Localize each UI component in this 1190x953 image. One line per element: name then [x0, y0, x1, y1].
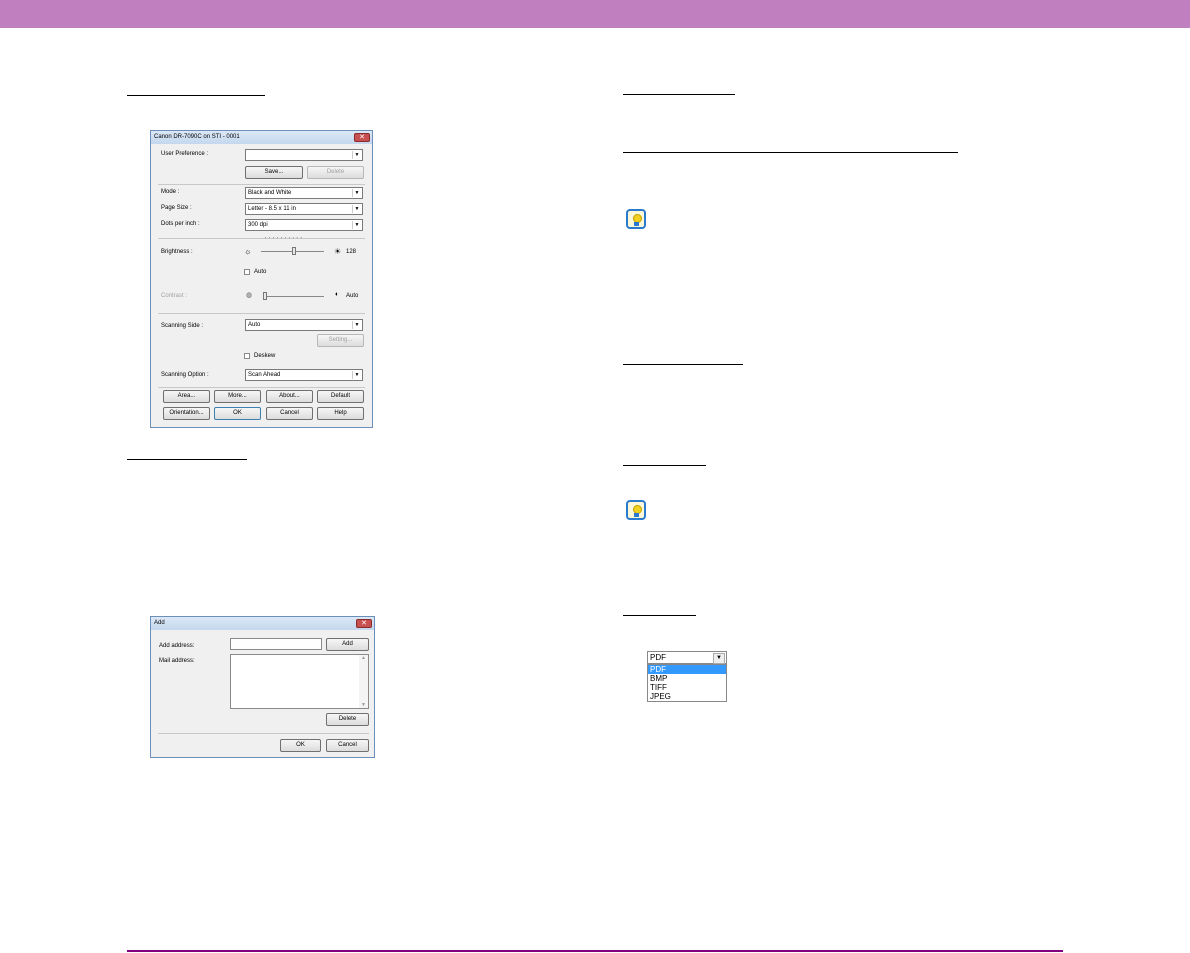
- close-button[interactable]: ✕: [356, 619, 372, 628]
- page-header-bar: [0, 0, 1190, 28]
- dpi-select[interactable]: 300 dpi ▼: [245, 219, 363, 231]
- sun-dim-icon: ☼: [244, 247, 252, 256]
- cancel-button[interactable]: Cancel: [266, 407, 313, 420]
- divider: [158, 387, 365, 388]
- mail-address-label: Mail address:: [159, 658, 195, 664]
- hint-lightbulb-icon: [626, 500, 646, 520]
- chevron-down-icon: ▼: [352, 221, 361, 229]
- add-button[interactable]: Add: [326, 638, 369, 651]
- heading-underline: [127, 95, 265, 96]
- deskew-label: Deskew: [254, 353, 276, 359]
- user-preference-select[interactable]: ▼: [245, 149, 363, 161]
- file-type-select[interactable]: PDF ▼: [647, 651, 727, 664]
- file-type-dropdown[interactable]: PDF ▼ PDF BMP TIFF JPEG: [647, 651, 727, 702]
- select-value: Auto: [248, 322, 261, 328]
- chevron-down-icon: ▼: [352, 371, 361, 379]
- page-size-label: Page Size :: [161, 205, 192, 211]
- heading-underline: [127, 459, 247, 460]
- chevron-down-icon: ▼: [352, 151, 361, 159]
- delete-button[interactable]: Delete: [326, 713, 369, 726]
- option-bmp[interactable]: BMP: [648, 674, 726, 683]
- dialog-title: Add: [151, 617, 374, 630]
- contrast-slider[interactable]: [263, 296, 324, 297]
- default-button[interactable]: Default: [317, 390, 364, 403]
- scrollbar[interactable]: ▲ ▼: [359, 655, 368, 708]
- heading-underline: [623, 152, 958, 153]
- heading-underline: [623, 94, 735, 95]
- scanner-settings-dialog: Canon DR-7090C on STI - 0001 ✕ User Pref…: [150, 130, 373, 428]
- chevron-down-icon: ▼: [352, 205, 361, 213]
- divider: [158, 313, 365, 314]
- add-address-dialog: Add ✕ Add address: Add Mail address: ▲ ▼ …: [150, 616, 375, 758]
- brightness-value: 128: [346, 249, 357, 255]
- page-size-select[interactable]: Letter - 8.5 x 11 in ▼: [245, 203, 363, 215]
- add-address-label: Add address:: [159, 643, 195, 649]
- about-button[interactable]: About...: [266, 390, 313, 403]
- scanning-side-label: Scanning Side :: [161, 323, 204, 329]
- option-jpeg[interactable]: JPEG: [648, 692, 726, 701]
- orientation-button[interactable]: Orientation...: [163, 407, 210, 420]
- help-button[interactable]: Help: [317, 407, 364, 420]
- divider: [158, 238, 365, 239]
- contrast-value: Auto: [346, 293, 359, 299]
- brightness-auto-checkbox[interactable]: [244, 269, 250, 275]
- user-preference-label: User Preference :: [161, 151, 209, 157]
- select-value: Black and White: [248, 190, 292, 196]
- add-address-input[interactable]: [230, 638, 322, 650]
- scanning-side-select[interactable]: Auto ▼: [245, 319, 363, 331]
- setting-button[interactable]: Setting...: [317, 334, 364, 347]
- option-pdf[interactable]: PDF: [648, 665, 726, 674]
- chevron-down-icon: ▼: [352, 321, 361, 329]
- page-footer-line: [127, 950, 1063, 952]
- chevron-down-icon: ▼: [713, 653, 725, 664]
- heading-underline: [623, 615, 696, 616]
- mode-select[interactable]: Black and White ▼: [245, 187, 363, 199]
- brightness-auto-label: Auto: [254, 269, 267, 275]
- divider: [158, 184, 365, 185]
- cancel-button[interactable]: Cancel: [326, 739, 369, 752]
- contrast-high-icon: ◐: [335, 291, 340, 298]
- save-button[interactable]: Save...: [245, 166, 303, 179]
- heading-underline: [623, 465, 706, 466]
- brightness-label: Brightness :: [161, 249, 193, 255]
- contrast-label: Contrast :: [161, 293, 188, 299]
- contrast-low-icon: ◍: [246, 292, 253, 299]
- select-value: 300 dpi: [248, 222, 268, 228]
- dpi-label: Dots per inch :: [161, 221, 200, 227]
- area-button[interactable]: Area...: [163, 390, 210, 403]
- dialog-title: Canon DR-7090C on STI - 0001: [151, 131, 372, 144]
- file-type-options: PDF BMP TIFF JPEG: [647, 664, 727, 702]
- scanning-option-select[interactable]: Scan Ahead ▼: [245, 369, 363, 381]
- mode-label: Mode :: [161, 189, 180, 195]
- deskew-checkbox[interactable]: [244, 353, 250, 359]
- delete-button[interactable]: Delete: [307, 166, 364, 179]
- close-button[interactable]: ✕: [354, 133, 370, 142]
- heading-underline: [623, 364, 743, 365]
- option-tiff[interactable]: TIFF: [648, 683, 726, 692]
- more-button[interactable]: More...: [214, 390, 261, 403]
- select-value: PDF: [650, 653, 666, 662]
- slider-ticks: '''''''''': [265, 237, 305, 243]
- scanning-option-label: Scanning Option :: [161, 372, 209, 378]
- contrast-slider-thumb[interactable]: [263, 292, 267, 300]
- mail-address-list[interactable]: ▲ ▼: [230, 654, 369, 709]
- divider: [158, 733, 369, 734]
- brightness-slider-thumb[interactable]: [292, 247, 296, 255]
- sun-bright-icon: ☀: [334, 247, 342, 256]
- ok-button[interactable]: OK: [214, 407, 261, 420]
- select-value: Scan Ahead: [248, 372, 281, 378]
- select-value: Letter - 8.5 x 11 in: [248, 206, 296, 212]
- chevron-down-icon: ▼: [352, 189, 361, 197]
- hint-lightbulb-icon: [626, 209, 646, 229]
- ok-button[interactable]: OK: [280, 739, 321, 752]
